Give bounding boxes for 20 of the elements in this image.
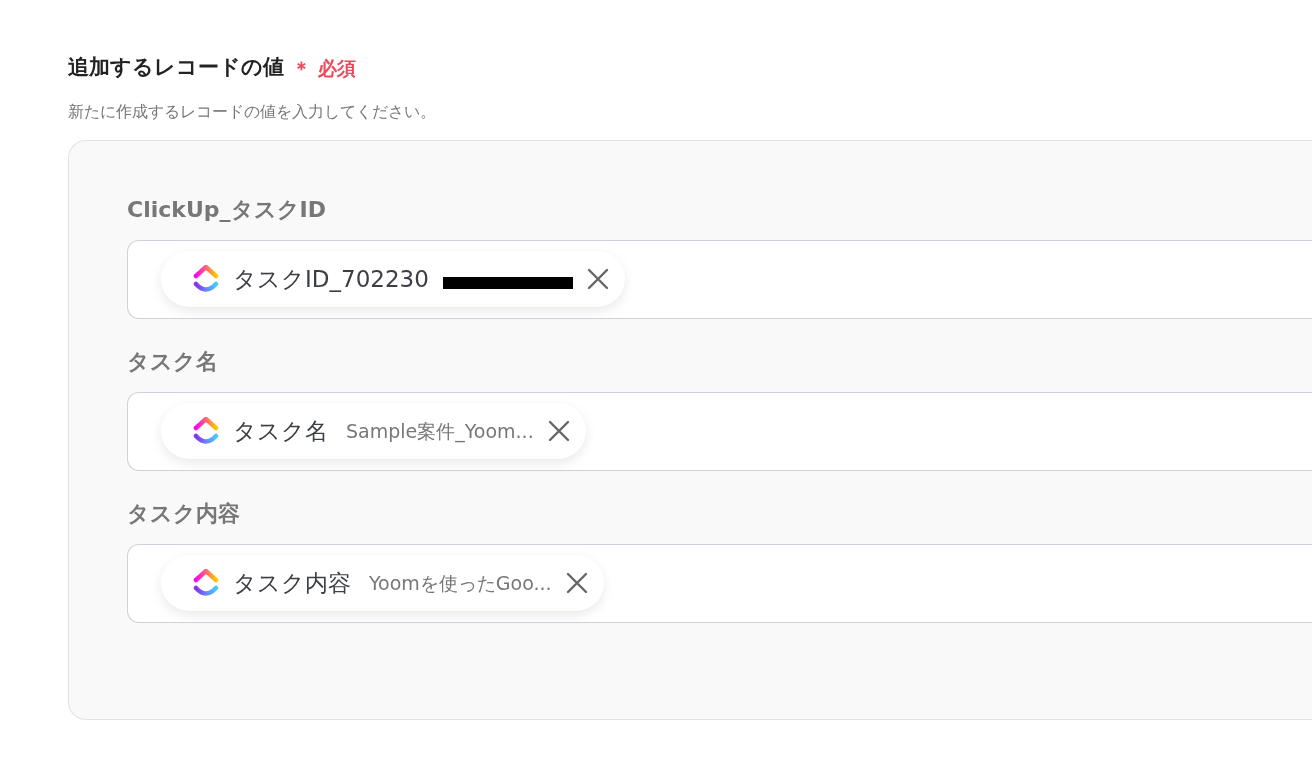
input-field[interactable]: タスクID_702230 [127, 239, 1312, 319]
close-icon[interactable] [565, 572, 588, 594]
field-label: タスク名 [127, 347, 219, 376]
chip-label: タスク内容 [233, 568, 351, 598]
chip-value: Yoomを使ったGoo... [369, 570, 552, 596]
chip-label: タスク名 [233, 416, 328, 446]
close-icon[interactable] [547, 420, 570, 442]
chip-value: Sample案件_Yoom... [346, 418, 534, 445]
section-description: 新たに作成するレコードの値を入力してください。 [68, 100, 437, 123]
required-label: ＊ 必須 [292, 55, 356, 81]
app-logo-icon [193, 264, 219, 294]
app-logo-icon [193, 568, 219, 598]
chip-label: タスクID_702230 [233, 264, 429, 294]
app-logo-icon [193, 416, 219, 446]
close-icon[interactable] [586, 268, 609, 290]
section-title: 追加するレコードの値 [68, 54, 284, 81]
field-label: ClickUp_タスクID [127, 195, 327, 224]
input-field[interactable]: タスク内容 Yoomを使ったGoo... [127, 543, 1312, 623]
input-field[interactable]: タスク名 Sample案件_Yoom... [127, 391, 1312, 471]
field-label: タスク内容 [127, 499, 241, 528]
